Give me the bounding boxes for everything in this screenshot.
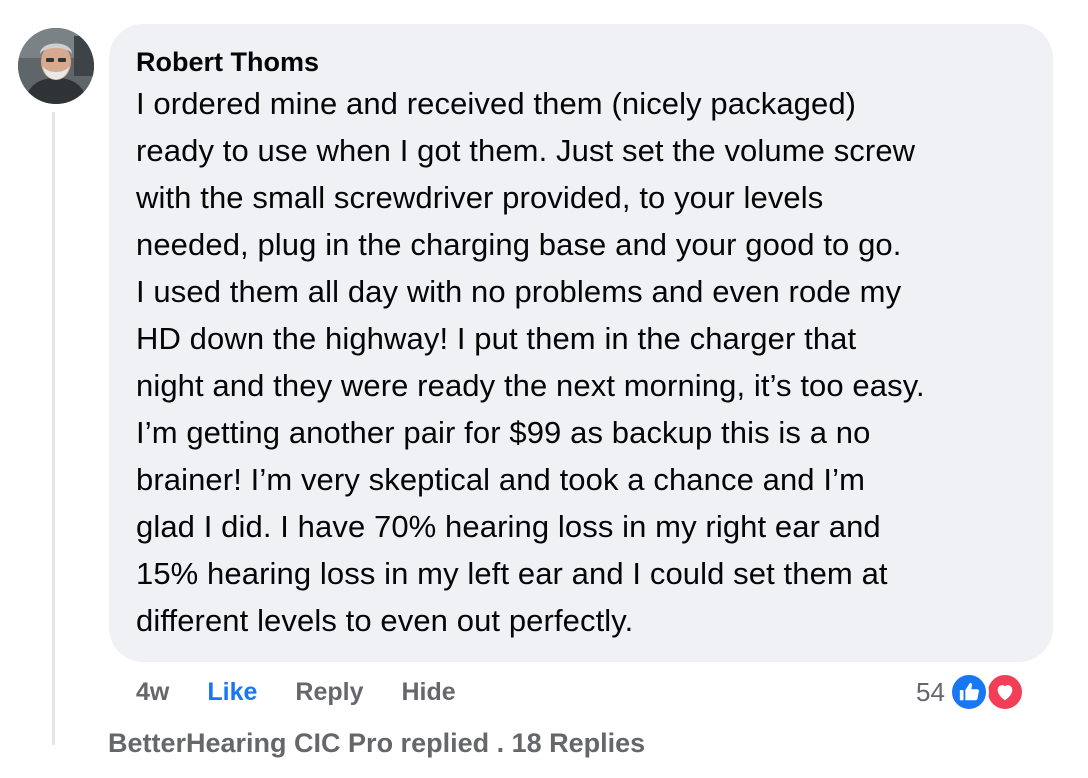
avatar[interactable] [18,28,94,104]
comment-text: I ordered mine and received them (nicely… [136,86,925,638]
heart-icon [984,672,1025,712]
hide-button[interactable]: Hide [401,678,455,707]
reactions-summary[interactable]: 54 [916,672,1029,712]
reaction-icons [948,672,1029,712]
comment-author[interactable]: Robert Thoms [136,46,1023,78]
comment-timestamp[interactable]: 4w [136,678,169,707]
view-replies-link[interactable]: BetterHearing CIC Pro replied . 18 Repli… [108,728,645,759]
thread-line [52,112,55,745]
reply-button[interactable]: Reply [295,678,363,707]
profile-photo-icon [18,28,94,104]
thumbs-up-icon [948,672,989,712]
comment-bubble: Robert Thoms I ordered mine and received… [109,24,1053,662]
comment-actions: 4w Like Reply Hide [136,674,494,710]
like-button[interactable]: Like [207,678,257,707]
reaction-count: 54 [916,676,945,707]
